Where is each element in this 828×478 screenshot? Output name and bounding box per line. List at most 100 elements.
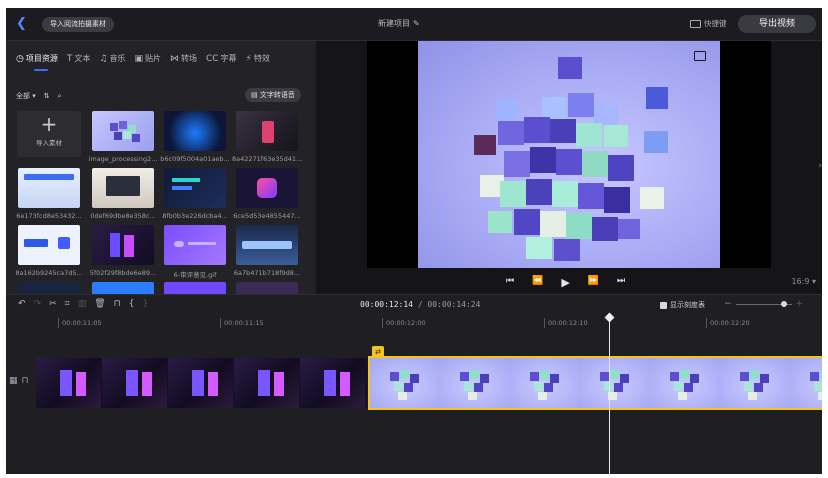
media-caption: image_processing2... <box>88 155 158 163</box>
step-back-icon[interactable]: ⏪ <box>532 276 543 289</box>
media-item[interactable]: 6-审评意见.gif <box>160 225 230 279</box>
tab-music[interactable]: ♫ 音乐 <box>99 53 125 64</box>
tts-label: 文字转语音 <box>259 91 295 99</box>
media-item[interactable]: image_processing2... <box>88 111 158 163</box>
project-title[interactable]: 新建项目 ✎ <box>378 18 420 29</box>
clip-frame <box>510 358 580 408</box>
show-scale-toggle[interactable]: 显示刻度表 <box>660 300 705 310</box>
device-art <box>142 372 152 396</box>
film-strip-icon[interactable]: ▦ <box>9 376 18 386</box>
cube-frame-art <box>530 370 559 400</box>
media-caption: 8a162b9245ca7d5... <box>15 269 83 277</box>
media-thumbnail <box>92 111 154 151</box>
clip-frame <box>440 358 510 408</box>
music-note-icon: ♫ <box>99 53 108 64</box>
cube-frame-art <box>670 370 699 400</box>
play-icon[interactable]: ▶ <box>561 276 569 289</box>
lock-icon[interactable]: ⊓ <box>114 299 121 309</box>
clip-frame <box>650 358 720 408</box>
media-item[interactable]: 5f02f29f8bde6e89... <box>88 225 158 277</box>
text-t-icon: T <box>66 53 73 64</box>
video-clip-2-selected[interactable] <box>368 356 822 410</box>
tab-effects[interactable]: ⚡ 特效 <box>246 53 270 64</box>
zoom-in-icon[interactable]: + <box>796 299 804 309</box>
shortcut-button[interactable]: 快捷键 <box>690 18 727 29</box>
crop-icon[interactable]: ⌗ <box>65 299 70 309</box>
bar-art <box>172 178 200 182</box>
tab-captions[interactable]: CC 字幕 <box>206 53 237 64</box>
media-item[interactable]: 8a162b9245ca7d5... <box>14 225 84 277</box>
tab-label: 项目资源 <box>25 54 58 63</box>
skip-to-end-icon[interactable]: ⏭ <box>617 276 625 289</box>
delete-icon[interactable]: 🗑 <box>94 299 105 309</box>
media-thumbnail <box>164 225 226 265</box>
fullscreen-overlay-icon[interactable] <box>694 51 706 61</box>
import-media-tile[interactable]: + 导入素材 <box>14 111 84 157</box>
tab-project-resources[interactable]: ◷ 项目资源 <box>16 53 58 64</box>
shortcut-label: 快捷键 <box>704 19 727 28</box>
clip-frame <box>300 358 366 408</box>
cube-frame-art <box>810 370 822 400</box>
aspect-ratio-label: 16:9 <box>791 277 810 286</box>
clip-frame <box>790 358 822 408</box>
aspect-ratio-dropdown[interactable]: 16:9 ▾ <box>791 277 816 286</box>
media-caption: 0def69dbe8e358c... <box>90 212 156 220</box>
media-item[interactable]: 6e173fcd8e53432... <box>14 168 84 220</box>
timeline-ruler[interactable]: 00:00:11:05 00:00:11:15 00:00:12:00 00:0… <box>36 314 822 332</box>
filter-all-dropdown[interactable]: 全部 ▾ <box>16 91 36 101</box>
freeze-frame-icon[interactable]: ▥ <box>78 299 87 309</box>
trim-left-icon[interactable]: { <box>129 299 135 309</box>
ruler-tick: 00:00:11:15 <box>220 318 264 328</box>
media-thumbnail <box>236 225 298 265</box>
top-bar: ❮ 导入阅流拍摄素材 新建项目 ✎ 快捷键 导出视频 <box>6 8 822 41</box>
cube-frame-art <box>390 370 419 400</box>
chevron-left-icon: ❮ <box>16 16 27 31</box>
back-button[interactable]: ❮ <box>16 16 32 32</box>
device-art <box>192 370 204 396</box>
tab-text[interactable]: T 文本 <box>67 53 91 64</box>
transition-marker[interactable]: ⇄ <box>372 346 384 358</box>
undo-icon[interactable]: ↶ <box>18 299 26 309</box>
media-item[interactable]: 0def69dbe8e358c... <box>88 168 158 220</box>
tab-transitions[interactable]: ⋈ 转场 <box>170 53 197 64</box>
collapse-panel-icon[interactable]: › <box>818 161 822 171</box>
ui-art <box>24 174 74 180</box>
playhead-line[interactable] <box>609 314 610 474</box>
media-thumbnail <box>164 168 226 208</box>
media-item[interactable]: 6a7b471b718f9d8... <box>232 225 302 277</box>
track-lock-icon[interactable]: ⊓ <box>22 376 29 386</box>
media-item[interactable]: 8a42271f63e35d41... <box>232 111 302 163</box>
media-item[interactable]: 6ce5d53e4855447... <box>232 168 302 220</box>
import-footage-button[interactable]: 导入阅流拍摄素材 <box>42 17 114 32</box>
redo-icon[interactable]: ↷ <box>34 299 42 309</box>
media-caption: 6e173fcd8e53432... <box>16 212 82 220</box>
text-to-speech-button[interactable]: ▤ 文字转语音 <box>245 88 301 102</box>
zoom-out-icon[interactable]: − <box>724 299 732 309</box>
figure-art <box>262 121 274 143</box>
skip-to-start-icon[interactable]: ⏮ <box>506 276 514 289</box>
bar-art <box>172 186 192 190</box>
step-forward-icon[interactable]: ⏩ <box>588 276 599 289</box>
edit-pencil-icon[interactable]: ✎ <box>413 19 420 28</box>
search-icon[interactable]: ⌕ <box>58 92 62 101</box>
media-thumbnail <box>92 225 154 265</box>
tab-label: 特效 <box>253 54 270 63</box>
trim-right-icon[interactable]: } <box>142 299 148 309</box>
media-item[interactable]: 8fb0b3e226dcba4... <box>160 168 230 220</box>
swap-icon: ⇄ <box>375 348 381 356</box>
split-scissors-icon[interactable]: ✂ <box>49 299 57 309</box>
tts-icon: ▤ <box>251 91 258 99</box>
preview-frame[interactable] <box>418 41 720 268</box>
zoom-slider[interactable] <box>735 300 792 307</box>
export-video-button[interactable]: 导出视频 <box>738 15 816 33</box>
active-tab-indicator <box>34 69 48 71</box>
sort-icon[interactable]: ⇅ <box>44 92 50 100</box>
video-clip-1[interactable] <box>36 358 368 408</box>
media-item[interactable]: b6c09f5004a01aeb... <box>160 111 230 163</box>
preview-stage <box>367 41 771 268</box>
tab-stickers[interactable]: ▣ 贴片 <box>134 53 161 64</box>
zoom-slider-knob[interactable] <box>780 300 787 307</box>
total-time: 00:00:14:24 <box>427 300 481 309</box>
import-tile-box: + 导入素材 <box>17 111 81 157</box>
device-art <box>60 370 72 396</box>
